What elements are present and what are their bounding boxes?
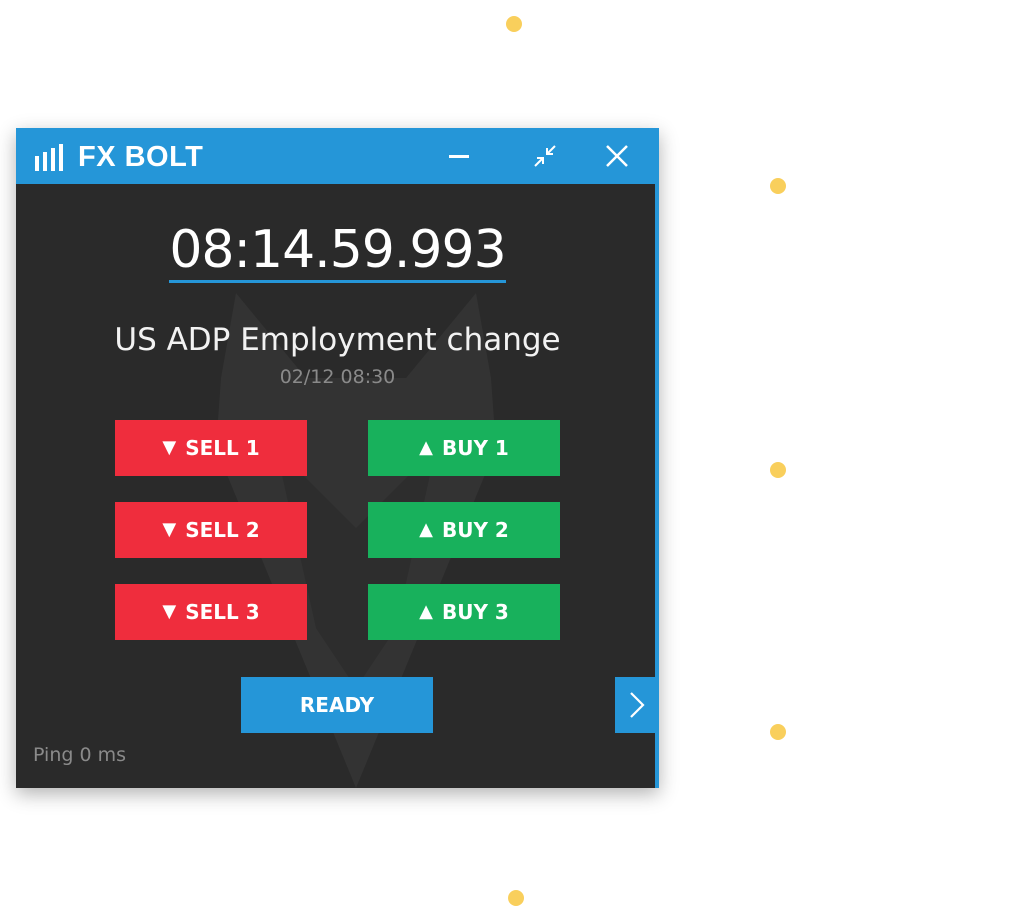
decor-dot — [770, 462, 786, 478]
buy-3-button[interactable]: ▲ BUY 3 — [368, 584, 560, 640]
countdown-value: 08:14.59.993 — [169, 220, 507, 283]
decor-dot — [770, 724, 786, 740]
app-logo: FX BOLT — [34, 140, 204, 173]
minimize-button[interactable] — [443, 140, 475, 172]
triangle-down-icon: ▼ — [162, 601, 177, 622]
triangle-up-icon: ▲ — [419, 519, 433, 540]
triangle-up-icon: ▲ — [419, 601, 433, 622]
ping-status: Ping 0 ms — [33, 744, 126, 766]
sell-2-label: SELL 2 — [185, 518, 260, 542]
ready-button[interactable]: READY — [241, 677, 433, 733]
buy-1-label: BUY 1 — [441, 436, 509, 460]
decor-dot — [770, 178, 786, 194]
collapse-button[interactable] — [529, 140, 561, 172]
decor-dot — [508, 890, 524, 906]
sell-3-button[interactable]: ▼ SELL 3 — [115, 584, 307, 640]
minimize-icon — [449, 155, 469, 158]
collapse-icon — [534, 145, 556, 167]
buy-2-label: BUY 2 — [441, 518, 509, 542]
close-button[interactable] — [601, 140, 633, 172]
countdown-timer: 08:14.59.993 — [16, 220, 659, 283]
app-title: FX BOLT — [78, 140, 204, 173]
event-title: US ADP Employment change — [114, 322, 561, 358]
triangle-up-icon: ▲ — [419, 437, 433, 458]
close-icon — [606, 145, 628, 167]
decor-dot — [506, 16, 522, 32]
sell-1-button[interactable]: ▼ SELL 1 — [115, 420, 307, 476]
fxbolt-window: FX BOLT 08:14.59.993 US ADP Employment c… — [16, 128, 659, 788]
chevron-right-icon — [630, 692, 645, 718]
next-panel-button[interactable] — [615, 677, 659, 733]
sell-3-label: SELL 3 — [185, 600, 260, 624]
sell-1-label: SELL 1 — [185, 436, 260, 460]
event-datetime: 02/12 08:30 — [279, 366, 396, 388]
buy-2-button[interactable]: ▲ BUY 2 — [368, 502, 560, 558]
triangle-down-icon: ▼ — [162, 519, 177, 540]
buy-1-button[interactable]: ▲ BUY 1 — [368, 420, 560, 476]
signal-bars-icon — [35, 144, 63, 171]
triangle-down-icon: ▼ — [162, 437, 177, 458]
title-bar[interactable]: FX BOLT — [16, 128, 659, 184]
sell-2-button[interactable]: ▼ SELL 2 — [115, 502, 307, 558]
buy-3-label: BUY 3 — [441, 600, 509, 624]
